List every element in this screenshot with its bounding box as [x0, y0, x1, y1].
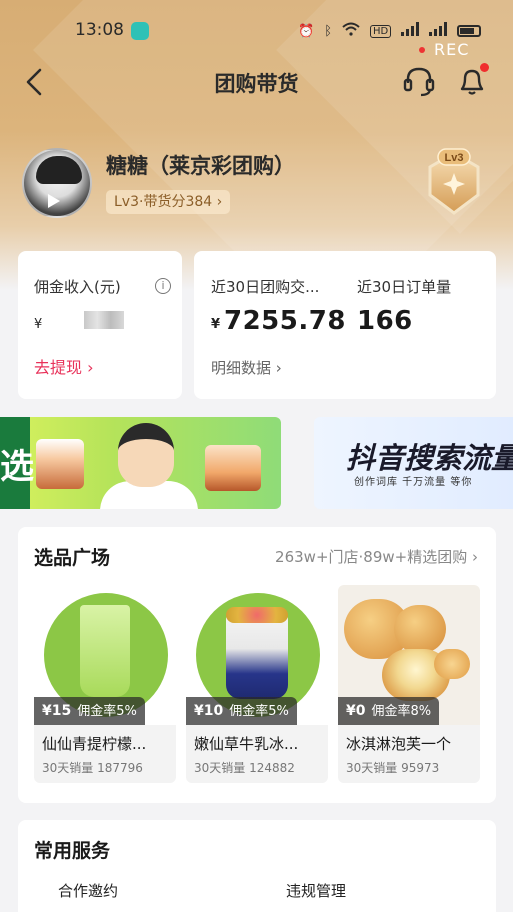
banner-left-text: 选 — [0, 447, 34, 487]
banner-right-subtitle: 创作词库 千万流量 等你 — [354, 477, 473, 488]
user-name: 糖糖（莱京彩团购） — [106, 154, 295, 178]
alarm-icon: ⏰ — [298, 23, 315, 39]
customer-service-button[interactable] — [402, 64, 436, 98]
product-marketplace-section: 选品广场 263w+门店·89w+精选团购 › ¥15 佣金率5% 仙仙青提柠檬.… — [18, 527, 496, 803]
wifi-icon — [342, 22, 360, 40]
detail-data-link[interactable]: 明细数据 › — [211, 357, 282, 378]
notification-app-icon — [131, 22, 149, 40]
marketplace-title: 选品广场 — [34, 547, 111, 569]
product-name: 嫩仙草牛乳冰... — [194, 735, 299, 753]
avatar[interactable] — [22, 148, 92, 218]
product-sales: 30天销量 124882 — [194, 761, 295, 775]
character-illustration — [118, 423, 174, 487]
play-icon — [48, 194, 60, 208]
promo-banner-right[interactable]: 抖音搜索流量 创作词库 千万流量 等你 — [314, 417, 513, 509]
commission-card: 佣金收入(元) i ¥ 去提现 › — [18, 251, 182, 399]
commission-rate: 佣金率5% — [77, 704, 137, 719]
common-services-section: 常用服务 合作邀约 违规管理 — [18, 820, 496, 912]
product-name: 仙仙青提柠檬... — [42, 735, 147, 753]
commission-label: 佣金收入(元) — [34, 278, 121, 296]
rec-dot-icon — [419, 47, 425, 53]
services-title: 常用服务 — [34, 840, 111, 862]
hd-icon: HD — [370, 24, 392, 38]
bluetooth-icon: ᛒ — [324, 23, 332, 39]
level-score-tag[interactable]: Lv3·带货分384 › — [106, 190, 231, 214]
signal-icon-2 — [429, 22, 448, 40]
page-title: 团购带货 — [214, 72, 299, 96]
banner-right-title: 抖音搜索流量 — [346, 441, 513, 475]
product-price: ¥10 — [194, 703, 224, 719]
battery-icon — [457, 25, 482, 37]
price-tag: ¥0 佣金率8% — [338, 697, 440, 725]
product-card[interactable]: ¥0 佣金率8% 冰淇淋泡芙一个 30天销量 95973 — [338, 585, 480, 785]
badge-label: Lv3 — [445, 152, 464, 164]
commission-rate: 佣金率8% — [371, 704, 432, 719]
gmv-currency: ¥ — [211, 317, 221, 332]
service-item-violations[interactable]: 违规管理 — [286, 880, 346, 912]
chevron-right-icon: › — [472, 548, 478, 566]
product-price: ¥15 — [42, 703, 72, 719]
product-name: 冰淇淋泡芙一个 — [346, 735, 452, 753]
gmv-label: 近30日团购交... — [211, 278, 320, 296]
unread-dot — [480, 63, 489, 72]
level-badge-icon[interactable]: Lv3 — [414, 143, 494, 223]
status-time: 13:08 — [75, 20, 124, 40]
product-sales: 30天销量 95973 — [346, 761, 440, 775]
gmv-value: 7255.78 — [224, 306, 346, 336]
product-price: ¥0 — [346, 703, 366, 719]
price-tag: ¥10 佣金率5% — [186, 697, 297, 725]
orders-label: 近30日订单量 — [357, 278, 452, 296]
commission-rate: 佣金率5% — [229, 704, 289, 719]
promo-banner-left[interactable]: 选 — [0, 417, 281, 509]
orders-value: 166 — [357, 306, 413, 336]
marketplace-more-link[interactable]: 263w+门店·89w+精选团购 › — [275, 546, 478, 567]
dessert-image — [205, 445, 261, 491]
service-item-cooperation[interactable]: 合作邀约 — [58, 880, 118, 912]
marketplace-more-text: 263w+门店·89w+精选团购 — [275, 548, 468, 566]
headset-icon — [403, 67, 435, 97]
commission-currency: ¥ — [34, 317, 43, 332]
product-card[interactable]: ¥15 佣金率5% 仙仙青提柠檬... 30天销量 187796 — [34, 585, 176, 785]
product-sales: 30天销量 187796 — [42, 761, 143, 775]
status-icons: ⏰ ᛒ HD — [298, 22, 482, 40]
info-icon[interactable]: i — [155, 278, 171, 294]
cake-image — [36, 439, 84, 489]
signal-icon — [401, 22, 420, 40]
commission-value-masked — [84, 311, 124, 329]
price-tag: ¥15 佣金率5% — [34, 697, 145, 725]
withdraw-link[interactable]: 去提现 › — [34, 354, 94, 378]
sales-card: 近30日团购交... 近30日订单量 ¥ 7255.78 166 明细数据 › — [194, 251, 496, 399]
product-card[interactable]: ¥10 佣金率5% 嫩仙草牛乳冰... 30天销量 124882 — [186, 585, 328, 785]
rec-label: REC — [434, 40, 470, 59]
